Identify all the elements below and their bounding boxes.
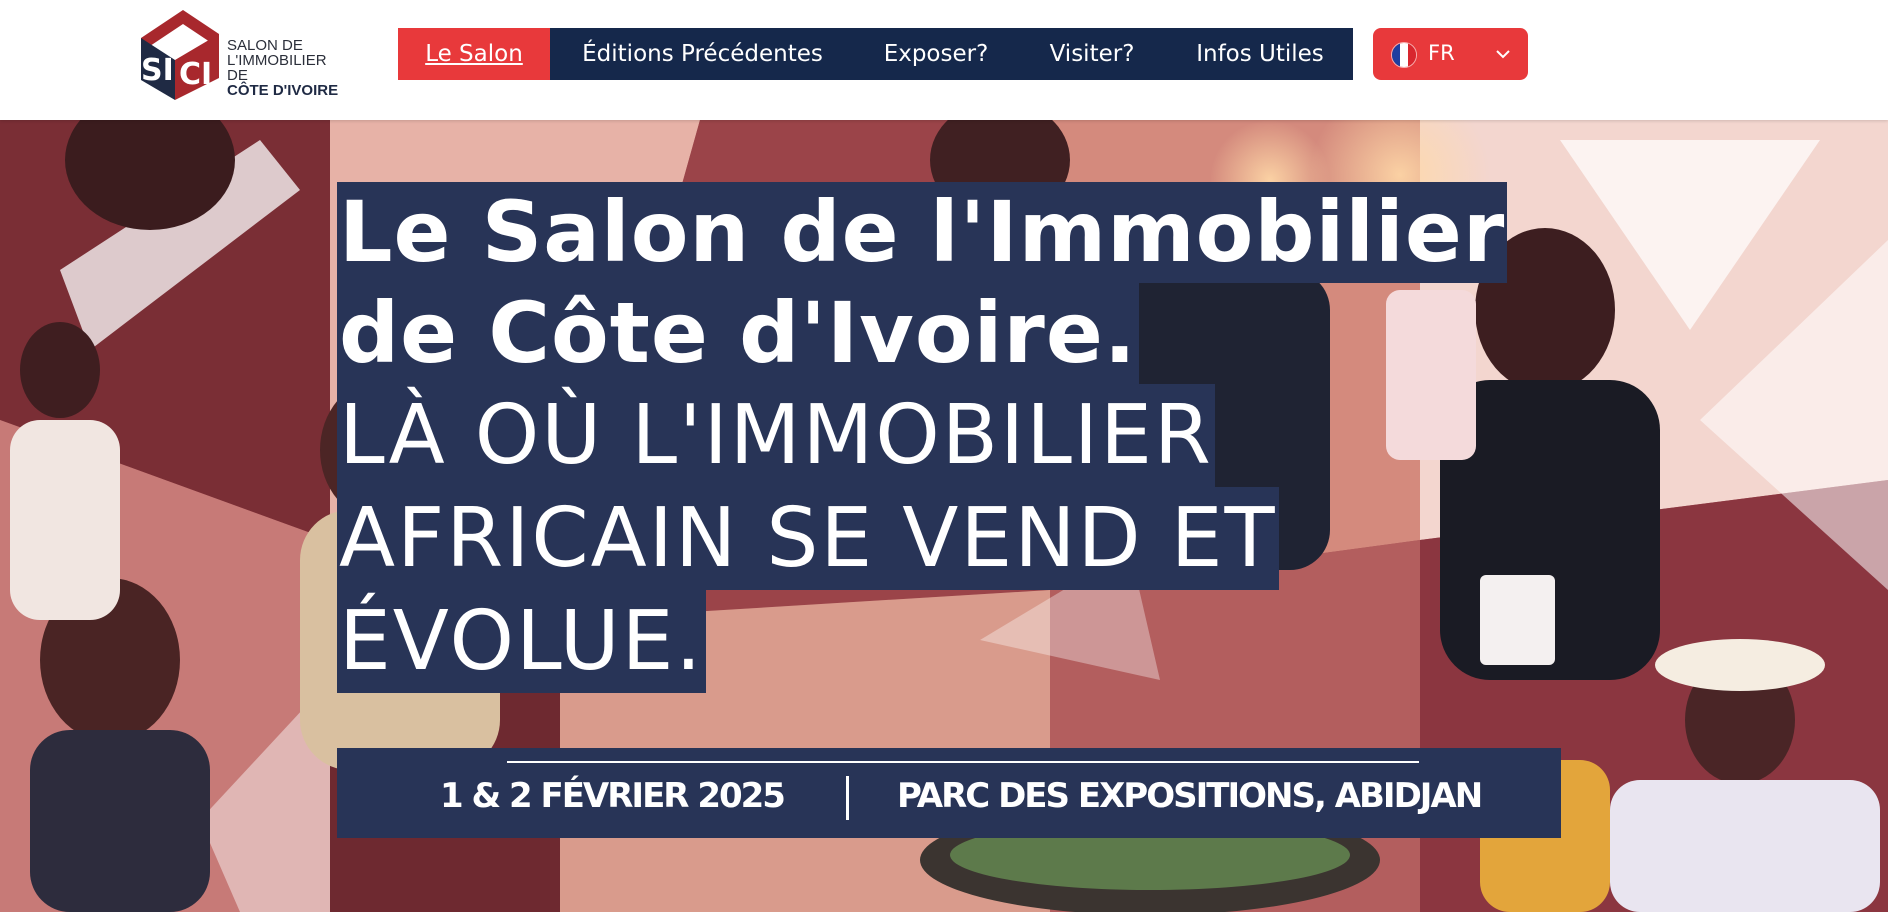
logo-line-3: CÔTE D'IVOIRE	[227, 82, 339, 99]
hero-tagline-line-1: LÀ OÙ L'IMMOBILIER	[337, 384, 1215, 487]
language-selector[interactable]: FR	[1373, 28, 1528, 80]
svg-text:SI: SI	[141, 53, 174, 88]
main-nav: Le Salon Éditions Précédentes Exposer? V…	[398, 28, 1353, 80]
site-header: SI CI SALON DE L'IMMOBILIER DE CÔTE D'IV…	[0, 0, 1888, 120]
nav-item-exposer[interactable]: Exposer?	[855, 28, 1017, 80]
nav-item-infos-utiles[interactable]: Infos Utiles	[1167, 28, 1353, 80]
hero-tagline-line-2: AFRICAIN SE VEND ET	[337, 487, 1279, 590]
logo-wordmark: SALON DE L'IMMOBILIER DE CÔTE D'IVOIRE	[227, 38, 345, 98]
nav-item-editions-precedentes[interactable]: Éditions Précédentes	[550, 28, 855, 80]
banner-divider-line	[507, 761, 1419, 763]
event-info-banner: 1 & 2 FÉVRIER 2025 PARC DES EXPOSITIONS,…	[337, 748, 1561, 838]
hero-tagline-line-3: ÉVOLUE.	[337, 590, 706, 693]
logo-line-2: L'IMMOBILIER DE	[227, 52, 327, 84]
site-logo[interactable]: SI CI SALON DE L'IMMOBILIER DE CÔTE D'IV…	[135, 8, 345, 100]
language-label: FR	[1428, 41, 1455, 65]
hero-title-line-2: de Côte d'Ivoire.	[337, 283, 1139, 384]
event-date: 1 & 2 FÉVRIER 2025	[440, 776, 786, 816]
hero-headline: Le Salon de l'Immobilier de Côte d'Ivoir…	[337, 182, 1537, 693]
nav-item-le-salon[interactable]: Le Salon	[398, 28, 550, 80]
svg-text:CI: CI	[179, 57, 212, 92]
house-logo-icon: SI CI	[141, 10, 219, 100]
nav-item-visiter[interactable]: Visiter?	[1017, 28, 1167, 80]
banner-separator	[846, 776, 849, 820]
logo-line-1: SALON DE	[227, 37, 303, 54]
chevron-down-icon	[1496, 50, 1510, 59]
hero-title-line-1: Le Salon de l'Immobilier	[337, 182, 1508, 283]
france-flag-icon	[1391, 42, 1417, 68]
hero-section: Le Salon de l'Immobilier de Côte d'Ivoir…	[0, 120, 1888, 912]
event-location: PARC DES EXPOSITIONS, ABIDJAN	[897, 776, 1483, 816]
